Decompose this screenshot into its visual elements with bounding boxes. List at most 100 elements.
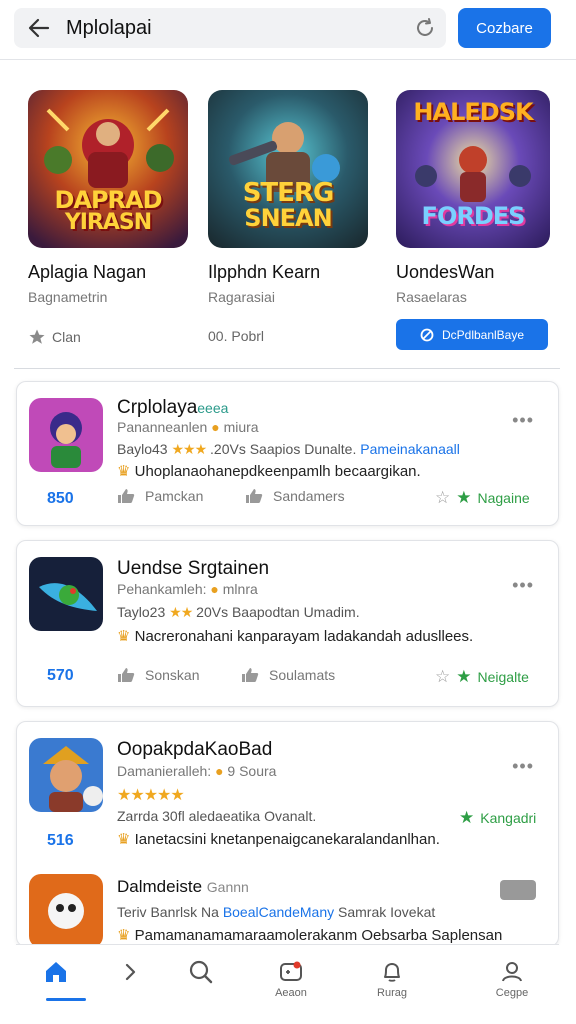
game-title: Crplolayaeeea bbox=[117, 397, 229, 418]
action-favorite[interactable]: ☆ ★ Neigalte bbox=[435, 667, 529, 687]
featured-game-meta-text: Clan bbox=[52, 329, 81, 345]
game-title-4: Dalmdeiste Gannn bbox=[117, 877, 249, 896]
game-count: 850 bbox=[47, 490, 74, 507]
game-rating-line: Taylo23 ★★ 20Vs Baapodtan Umadim. bbox=[117, 604, 360, 620]
featured-game-subtitle: Ragarasiai bbox=[208, 289, 275, 305]
action-share[interactable]: Sandamers bbox=[245, 488, 345, 504]
featured-game-subtitle: Rasaelaras bbox=[396, 289, 467, 305]
featured-game-3[interactable]: HALEDSK FORDES UondesWan Rasaelaras DcPd… bbox=[396, 90, 556, 350]
action-favorite[interactable]: ☆ ★ Nagaine bbox=[435, 488, 530, 508]
action-like[interactable]: Sonskan bbox=[117, 667, 199, 683]
star-filled-icon: ★ bbox=[456, 667, 472, 686]
game-rating-line: Zarrda 30fl aledaeatika Ovanalt. bbox=[117, 808, 317, 824]
game-icon bbox=[29, 398, 103, 472]
star-outline-icon: ☆ bbox=[435, 667, 451, 686]
game-title-suffix: eeea bbox=[197, 400, 229, 416]
search-icon bbox=[189, 960, 213, 984]
refresh-icon[interactable] bbox=[414, 17, 436, 39]
game-icon bbox=[29, 738, 103, 812]
rating-stars: ★★★★★ bbox=[117, 787, 185, 804]
game-count: 570 bbox=[47, 667, 74, 684]
featured-game-2[interactable]: STERG SNEAN Ilpphdn Kearn Ragarasiai 00.… bbox=[208, 90, 368, 344]
featured-game-subtitle: Bagnametrin bbox=[28, 289, 108, 305]
game-icon-4 bbox=[29, 874, 103, 948]
featured-art-line-2: SNEAN bbox=[244, 204, 332, 232]
game-rating-line-4: Teriv Banrlsk Na BoealCandeMany Samrak I… bbox=[117, 904, 436, 920]
game-subtitle: Damanieralleh: ● 9 Soura bbox=[117, 763, 277, 779]
featured-art-line-1: HALEDSK bbox=[413, 98, 533, 126]
game-description: ♛ Nacreronahani kanparayam ladakandah ad… bbox=[117, 628, 474, 645]
featured-game-meta: Clan bbox=[28, 328, 81, 346]
featured-game-button[interactable]: DcPdlbanlBaye bbox=[396, 319, 548, 350]
featured-game-title: Ilpphdn Kearn bbox=[208, 262, 321, 282]
keyboard-icon[interactable] bbox=[500, 880, 536, 900]
crown-icon: ♛ bbox=[117, 628, 131, 645]
star-icon bbox=[29, 329, 45, 344]
bottom-navigation: Aeaon Rurag Cegpe bbox=[16, 944, 559, 1004]
featured-game-art: HALEDSK FORDES bbox=[396, 90, 550, 248]
nav-notifications[interactable]: Rurag bbox=[362, 951, 422, 1001]
rating-stars: ★★ bbox=[169, 604, 193, 620]
circle-slash-icon bbox=[420, 328, 434, 341]
game-subtitle: Pananneanlen ● miura bbox=[117, 419, 259, 435]
action-like[interactable]: Pamckan bbox=[117, 488, 203, 504]
thumb-share-icon bbox=[242, 668, 259, 682]
featured-game-meta: 00. Pobrl bbox=[208, 328, 264, 344]
game-rating-stars-row: ★★★★★ bbox=[117, 785, 185, 805]
top-bar: Mplolapai Cozbare bbox=[0, 0, 576, 60]
featured-art-line-2: FORDES bbox=[421, 202, 526, 230]
game-controller-icon bbox=[280, 961, 302, 981]
game-description: ♛ Ianetacsini knetanpenaigcanekaralandan… bbox=[117, 831, 440, 848]
rating-stars: ★★★ bbox=[171, 441, 207, 457]
star-filled-icon: ★ bbox=[459, 808, 475, 827]
featured-game-1[interactable]: DAPRAD YIRASN Aplagia Nagan Bagnametrin … bbox=[28, 90, 188, 345]
nav-games[interactable]: Aeaon bbox=[261, 951, 321, 1001]
search-input[interactable]: Mplolapai bbox=[66, 17, 152, 40]
crown-icon: ♛ bbox=[117, 927, 131, 944]
game-subtitle: Pehankamleh: ● mlnra bbox=[117, 581, 258, 597]
more-options-icon[interactable]: ••• bbox=[512, 410, 534, 431]
game-rating-line: Baylo43 ★★★ .20Vs Saapios Dunalte. Pamei… bbox=[117, 441, 460, 457]
person-icon bbox=[502, 962, 522, 982]
game-card-2[interactable]: Uendse Srgtainen Pehankamleh: ● mlnra Ta… bbox=[16, 540, 559, 707]
rating-link[interactable]: Pameinakanaall bbox=[360, 441, 460, 457]
featured-game-button-label: DcPdlbanlBaye bbox=[441, 327, 525, 342]
game-description-4: ♛ Pamamanamamaraamolerakanm Oebsarba Sap… bbox=[117, 927, 503, 944]
game-title-suffix-4: Gannn bbox=[206, 879, 249, 895]
featured-game-art: STERG SNEAN bbox=[208, 90, 368, 248]
game-icon bbox=[29, 557, 103, 631]
thumb-share-icon bbox=[246, 489, 263, 503]
back-arrow-icon[interactable] bbox=[28, 18, 50, 38]
featured-game-meta-text: 00. Pobrl bbox=[208, 328, 265, 344]
star-outline-icon: ☆ bbox=[435, 488, 451, 507]
nav-forward[interactable] bbox=[100, 951, 160, 1001]
top-action-button[interactable]: Cozbare bbox=[458, 8, 551, 48]
action-favorite[interactable]: ★ Kangadri bbox=[459, 808, 536, 828]
game-title: Uendse Srgtainen bbox=[117, 558, 270, 579]
nav-home[interactable] bbox=[26, 951, 86, 1001]
nav-search[interactable] bbox=[171, 951, 231, 1001]
featured-game-title: UondesWan bbox=[396, 262, 495, 282]
game-card-1[interactable]: Crplolayaeeea Pananneanlen ● miura Baylo… bbox=[16, 381, 559, 526]
game-title: OopakpdaKaoBad bbox=[117, 739, 273, 760]
featured-game-title: Aplagia Nagan bbox=[28, 262, 147, 282]
crown-icon: ♛ bbox=[117, 831, 131, 848]
nav-profile[interactable]: Cegpe bbox=[482, 951, 542, 1001]
game-count: 516 bbox=[47, 832, 74, 849]
nav-active-indicator bbox=[46, 998, 86, 1001]
game-description: ♛ Uhoplanaohanepdkeenpamlh becaargikan. bbox=[117, 463, 421, 480]
featured-game-art: DAPRAD YIRASN bbox=[28, 90, 188, 248]
star-filled-icon: ★ bbox=[456, 488, 472, 507]
section-divider bbox=[14, 368, 560, 369]
chevron-right-icon bbox=[125, 963, 136, 981]
home-icon bbox=[46, 962, 66, 982]
more-options-icon[interactable]: ••• bbox=[512, 575, 534, 596]
thumb-up-icon bbox=[118, 489, 135, 503]
more-options-icon[interactable]: ••• bbox=[512, 756, 534, 777]
action-share[interactable]: Soulamats bbox=[241, 667, 335, 683]
crown-icon: ♛ bbox=[117, 463, 131, 480]
search-box[interactable]: Mplolapai bbox=[14, 8, 446, 48]
thumb-up-icon bbox=[118, 668, 135, 682]
bell-icon bbox=[384, 963, 400, 982]
game-card-3[interactable]: OopakpdaKaoBad Damanieralleh: ● 9 Soura … bbox=[16, 721, 559, 948]
